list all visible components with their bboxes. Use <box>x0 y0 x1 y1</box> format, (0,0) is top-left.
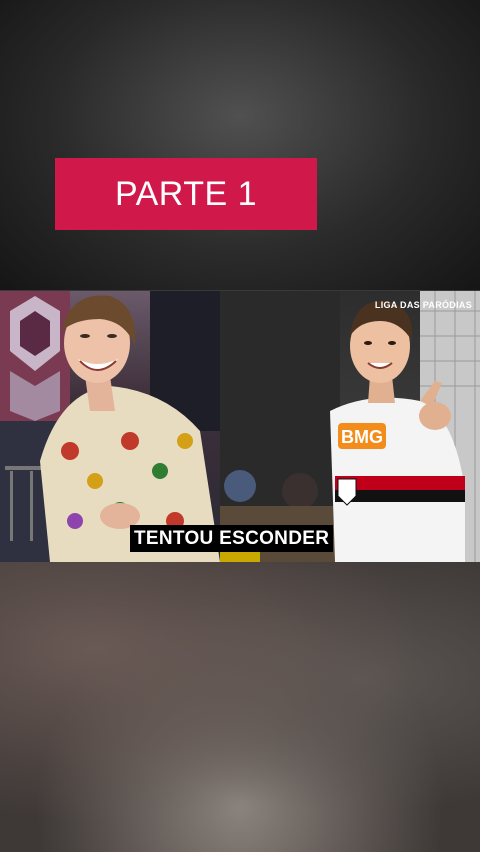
player-illustration: BMG <box>220 291 480 562</box>
svg-text:BMG: BMG <box>341 427 383 447</box>
singer-photo <box>0 291 220 562</box>
football-player-photo: BMG <box>220 291 480 562</box>
caption-box: TENTOU ESCONDER <box>130 525 334 552</box>
photo-comparison: BMG <box>0 291 480 562</box>
caption-text: TENTOU ESCONDER <box>134 527 330 549</box>
watermark-text: LIGA DAS PARÓDIAS <box>374 300 472 310</box>
blurred-background-bottom <box>0 562 480 852</box>
singer-illustration <box>0 291 220 562</box>
part-banner: PARTE 1 <box>55 158 317 230</box>
part-label: PARTE 1 <box>114 174 258 213</box>
blurred-background-top <box>0 0 480 290</box>
